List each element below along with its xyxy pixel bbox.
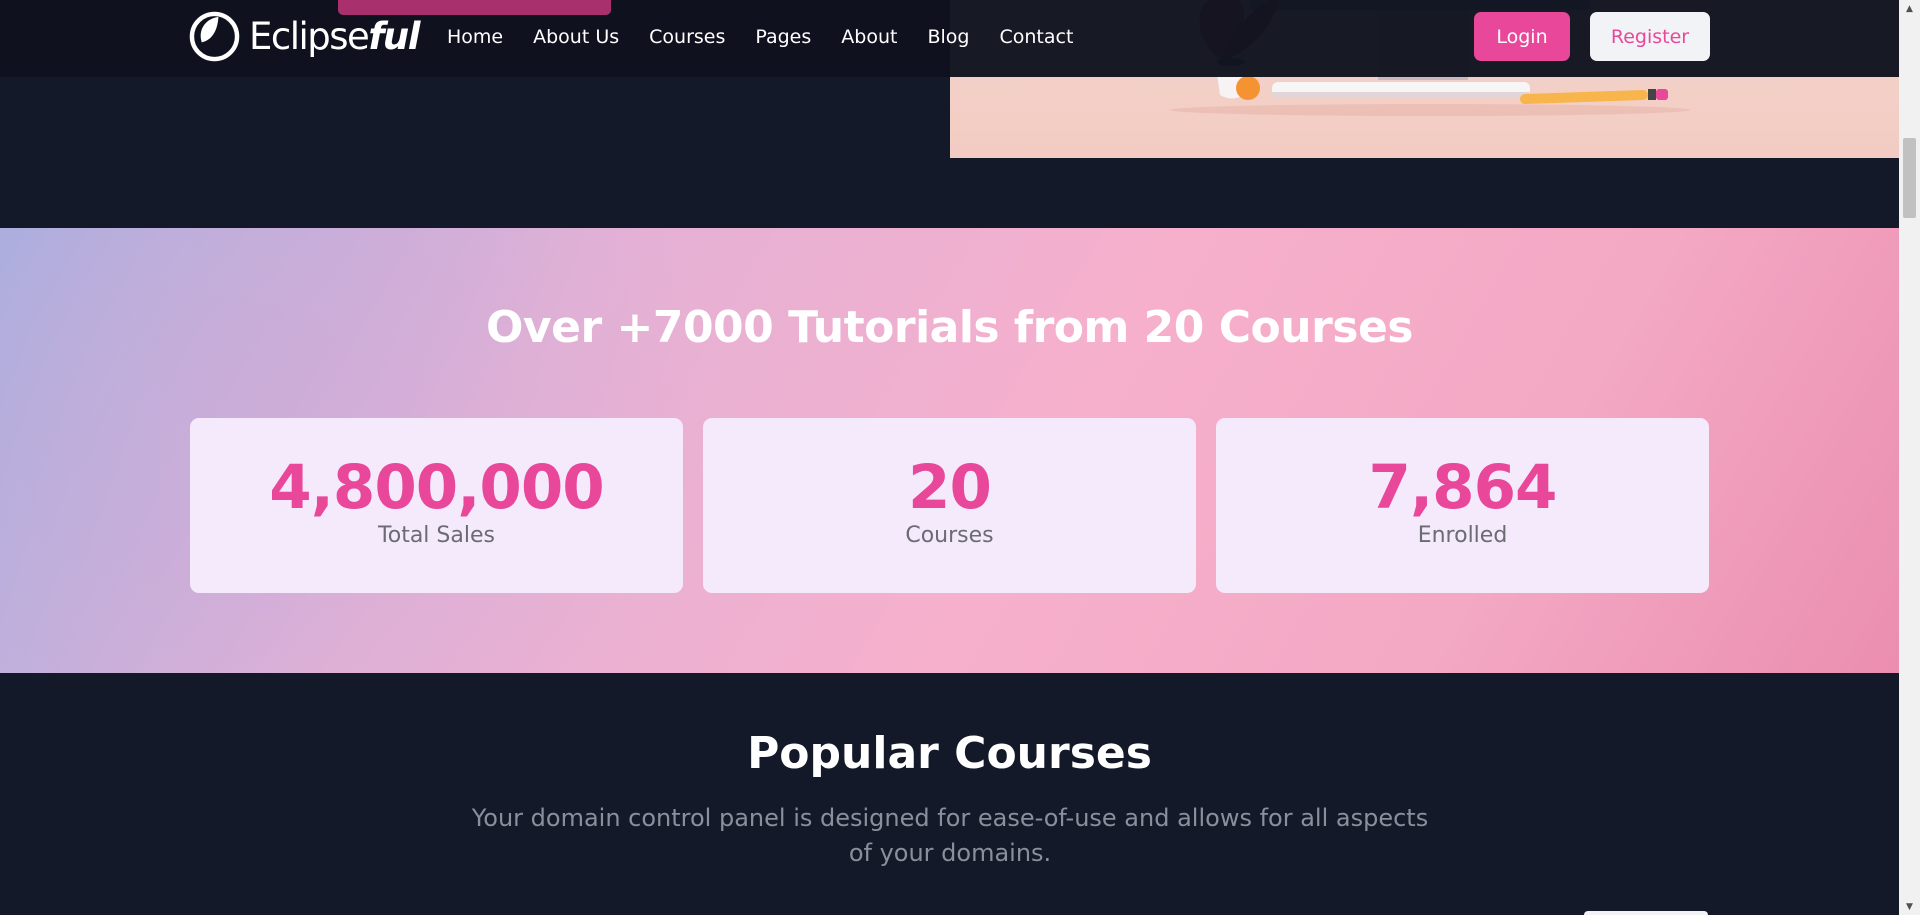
- page-scrollbar[interactable]: ▲ ▼: [1899, 0, 1920, 915]
- nav-about-us[interactable]: About Us: [533, 26, 619, 48]
- nav-about[interactable]: About: [841, 26, 897, 48]
- stat-value: 20: [908, 452, 992, 523]
- nav-courses[interactable]: Courses: [649, 26, 725, 48]
- stat-label: Courses: [905, 523, 994, 548]
- eclipse-logo-icon: [189, 11, 240, 62]
- popular-courses-title: Popular Courses: [747, 728, 1152, 779]
- stat-card-enrolled: 7,864 Enrolled: [1216, 418, 1709, 593]
- stats-section: Over +7000 Tutorials from 20 Courses 4,8…: [0, 228, 1899, 673]
- nav-pages[interactable]: Pages: [755, 26, 811, 48]
- brand-logo-link[interactable]: Eclipseful: [189, 11, 420, 62]
- nav-home[interactable]: Home: [447, 26, 503, 48]
- scrollbar-thumb[interactable]: [1903, 138, 1916, 218]
- scroll-up-arrow-icon[interactable]: ▲: [1899, 0, 1920, 17]
- stat-value: 4,800,000: [269, 452, 604, 523]
- stat-card-courses: 20 Courses: [703, 418, 1196, 593]
- stat-value: 7,864: [1368, 452, 1558, 523]
- nav-blog[interactable]: Blog: [927, 26, 969, 48]
- stat-label: Total Sales: [378, 523, 495, 548]
- scroll-down-arrow-icon[interactable]: ▼: [1899, 898, 1920, 915]
- brand-name-prefix: Eclipse: [249, 15, 370, 58]
- stat-label: Enrolled: [1417, 523, 1508, 548]
- popular-courses-subtitle: Your domain control panel is designed fo…: [471, 804, 1429, 867]
- main-nav: Home About Us Courses Pages About Blog C…: [447, 26, 1103, 48]
- brand-name-suffix: ful: [368, 15, 420, 58]
- course-filter-button[interactable]: [1584, 911, 1708, 915]
- nav-contact[interactable]: Contact: [999, 26, 1073, 48]
- stats-title: Over +7000 Tutorials from 20 Courses: [486, 302, 1413, 353]
- stat-card-total-sales: 4,800,000 Total Sales: [190, 418, 683, 593]
- brand-name: Eclipseful: [249, 15, 420, 58]
- register-button[interactable]: Register: [1590, 12, 1710, 61]
- login-button[interactable]: Login: [1474, 12, 1570, 61]
